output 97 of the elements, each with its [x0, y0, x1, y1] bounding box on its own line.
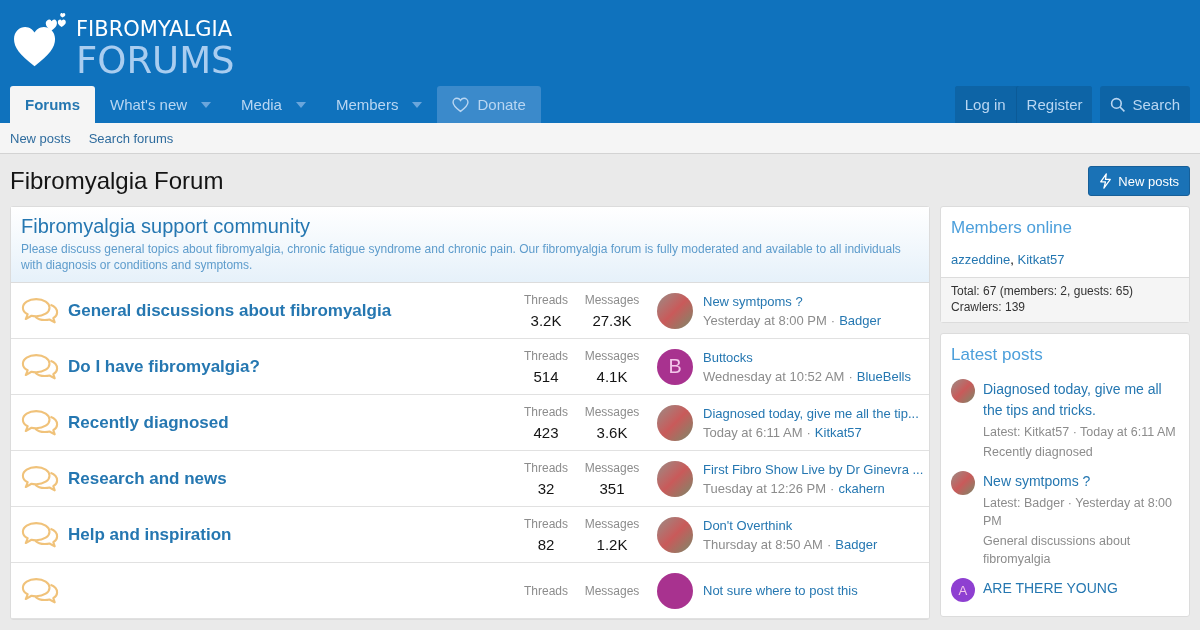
stat-label: Messages — [584, 460, 640, 475]
last-post-link[interactable]: Don't Overthink — [703, 517, 878, 533]
thread-count: 3.2K — [530, 311, 562, 329]
last-post-link[interactable]: Diagnosed today, give me all the tip... — [703, 405, 919, 421]
stat-label: Threads — [524, 516, 568, 531]
forum-title-link[interactable]: Help and inspiration — [68, 524, 232, 544]
message-count: 4.1K — [596, 367, 628, 385]
avatar[interactable]: A — [951, 578, 975, 602]
separator-dot: · — [806, 424, 811, 440]
subnav-link[interactable]: Search forums — [88, 130, 174, 146]
username-link[interactable]: BlueBells — [856, 368, 911, 384]
search-icon — [1110, 96, 1127, 113]
post-meta: Latest: Kitkat57 · Today at 6:11 AM — [983, 424, 1177, 441]
thread-count: 32 — [537, 479, 555, 497]
post-title-link[interactable]: Diagnosed today, give me all the tips and tricks. — [983, 379, 1179, 421]
username-link[interactable]: ckahern — [838, 480, 885, 496]
logo-text[interactable]: FORUMS — [76, 42, 235, 79]
caret-icon — [201, 101, 212, 108]
nav-tab[interactable]: Forums — [10, 86, 95, 123]
post-date: Today at 6:11 AM — [703, 424, 803, 440]
post-date: Thursday at 8:50 AM — [703, 536, 823, 552]
nav-tab[interactable]: What's new — [95, 86, 227, 123]
stat-label: Messages — [584, 404, 640, 419]
caret-icon — [412, 101, 423, 108]
separator-dot: · — [848, 368, 853, 384]
caret-icon — [295, 101, 306, 108]
stat-label: Messages — [584, 516, 640, 531]
separator-dot: · — [826, 536, 832, 552]
lightning-icon — [1099, 173, 1113, 189]
chat-bubbles-icon — [21, 520, 59, 549]
separator-dot: · — [830, 480, 835, 496]
page-title: Fibromyalgia Forum — [10, 167, 224, 195]
post-title-link[interactable]: New symtpoms ? — [983, 471, 1179, 492]
category-description: Please discuss general topics about fibromyalgia, chronic fatigue syndrome and chronic pain. Our fibromyalgia forum is fully moderated and available to all individuals with diagnosis or conditions and symptoms. — [21, 241, 902, 273]
donate-tab[interactable]: Donate — [437, 86, 541, 123]
stat-label: Threads — [524, 404, 568, 419]
thread-count: 82 — [537, 535, 555, 553]
post-date: Tuesday at 12:26 PM — [703, 480, 827, 496]
post-date: Wednesday at 10:52 AM — [703, 368, 845, 384]
forum-title-link[interactable]: General discussions about fibromyalgia — [68, 300, 392, 320]
forum-title-link[interactable]: Research and news — [68, 468, 227, 488]
chat-bubbles-icon — [21, 576, 59, 605]
total-count: Total: 67 (members: 2, guests: 65) — [951, 284, 1135, 298]
widget-title[interactable]: Members online — [941, 207, 1189, 246]
stat-label: Threads — [524, 583, 568, 598]
chat-bubbles-icon — [21, 408, 59, 437]
thread-count: 514 — [533, 367, 559, 385]
search-button[interactable]: Search — [1100, 86, 1190, 123]
new-posts-button[interactable]: New posts — [1088, 166, 1190, 196]
logo-text[interactable]: FIBROMYALGIA — [76, 19, 235, 40]
avatar-photo-placeholder[interactable] — [657, 404, 693, 441]
avatar-photo-placeholder[interactable] — [951, 379, 975, 403]
stat-label: Threads — [524, 460, 568, 475]
post-title-link[interactable]: ARE THERE YOUNG — [983, 578, 1118, 599]
last-post-link[interactable]: First Fibro Show Live by Dr Ginevra ... — [703, 461, 924, 477]
nav-tab[interactable]: Members — [320, 86, 438, 123]
post-date: Yesterday at 8:00 PM — [703, 312, 827, 328]
crawler-count: Crawlers: 139 — [951, 300, 1027, 314]
nav-tab[interactable]: Media — [226, 86, 321, 123]
avatar-photo-placeholder[interactable] — [657, 516, 693, 553]
username-link[interactable]: Badger — [835, 536, 878, 552]
username-link[interactable]: Badger — [839, 312, 882, 328]
message-count: 27.3K — [592, 311, 632, 329]
widget-title[interactable]: Latest posts — [941, 334, 1189, 373]
separator-dot: · — [830, 312, 836, 328]
stat-label: Threads — [524, 348, 568, 363]
avatar-photo-placeholder[interactable] — [657, 292, 693, 329]
comma: , — [1010, 252, 1014, 267]
forum-name: Recently diagnosed — [983, 444, 1094, 461]
last-post-link[interactable]: Not sure where to post this — [703, 583, 858, 598]
username-link[interactable]: Kitkat57 — [814, 424, 862, 440]
category-title[interactable]: Fibromyalgia support community — [21, 215, 919, 238]
message-count: 3.6K — [596, 423, 628, 441]
message-count: 351 — [599, 479, 625, 497]
stat-label: Messages — [584, 583, 640, 598]
chat-bubbles-icon — [21, 296, 59, 325]
message-count: 1.2K — [596, 535, 628, 553]
forum-name: General discussions about fibromyalgia — [983, 533, 1132, 568]
last-post-link[interactable]: New symtpoms ? — [703, 293, 882, 309]
heart-icon — [452, 96, 470, 113]
subnav-link[interactable]: New posts — [10, 130, 71, 146]
post-meta: Latest: Badger · Yesterday at 8:00 PM — [983, 495, 1174, 530]
avatar-photo-placeholder[interactable] — [657, 460, 693, 497]
chat-bubbles-icon — [21, 352, 59, 381]
stat-label: Threads — [524, 292, 568, 307]
username-link[interactable]: Kitkat57 — [1017, 252, 1065, 267]
last-post-link[interactable]: Buttocks — [703, 349, 911, 365]
avatar[interactable] — [657, 572, 693, 609]
avatar[interactable]: B — [657, 348, 693, 385]
stat-label: Messages — [584, 348, 640, 363]
chat-bubbles-icon — [21, 464, 59, 493]
register-button[interactable]: Register — [1015, 86, 1093, 123]
stat-label: Messages — [584, 292, 640, 307]
avatar-photo-placeholder[interactable] — [951, 471, 975, 495]
forum-title-link[interactable]: Recently diagnosed — [68, 412, 229, 432]
thread-count: 423 — [533, 423, 559, 441]
forum-title-link[interactable]: Do I have fibromyalgia? — [68, 356, 260, 376]
